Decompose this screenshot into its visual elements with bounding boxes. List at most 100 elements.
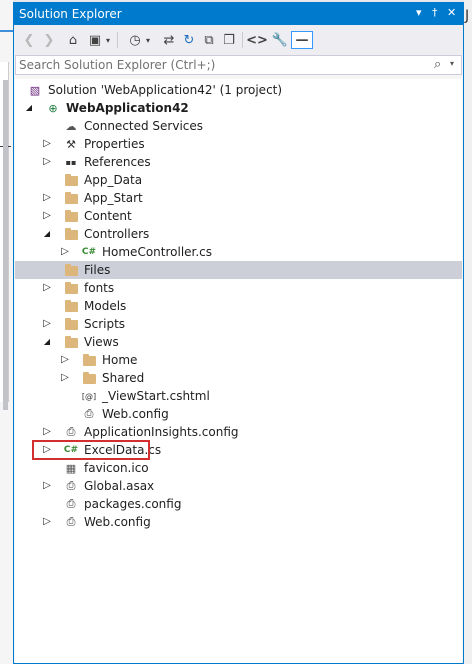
tree-item-references[interactable]: ▷ ▪▪ References xyxy=(15,153,462,171)
editor-scrollbar[interactable] xyxy=(3,80,8,410)
tree-item-app-start[interactable]: ▷ App_Start xyxy=(15,189,462,207)
history-dropdown-icon[interactable]: ▾ xyxy=(143,31,153,49)
tree-item-applicationinsights-config[interactable]: ▷ ⎙ ApplicationInsights.config xyxy=(15,423,462,441)
window-position-icon[interactable]: ▾ xyxy=(416,6,422,19)
folder-icon xyxy=(64,263,78,277)
tree-item-views[interactable]: ◢ Views xyxy=(15,333,462,351)
tree-item-controllers[interactable]: ◢ Controllers xyxy=(15,225,462,243)
tree-item-label: Global.asax xyxy=(84,479,155,493)
tree-item-exceldata-cs[interactable]: ▷ C# ExcelData.cs xyxy=(15,440,462,460)
tree-item-viewstart-cshtml[interactable]: [@] _ViewStart.cshtml xyxy=(15,387,462,405)
tree-item-web-config[interactable]: ⎙ Web.config xyxy=(15,405,462,423)
tree-item-label: Files xyxy=(84,263,111,277)
collapsed-arrow-icon[interactable]: ▷ xyxy=(42,138,52,149)
folder-icon xyxy=(64,209,78,223)
tree-item-label: HomeController.cs xyxy=(102,245,213,259)
toolbar-separator xyxy=(242,32,243,48)
refresh-icon[interactable]: ↻ xyxy=(180,31,198,49)
csharp-file-icon: C# xyxy=(81,247,97,257)
preview-icon[interactable]: — xyxy=(291,31,313,49)
tree-item-label: favicon.ico xyxy=(84,461,149,475)
expanded-arrow-icon[interactable]: ◢ xyxy=(42,337,52,346)
tree-item-label: _ViewStart.cshtml xyxy=(102,389,210,403)
folder-icon xyxy=(64,299,78,313)
collapsed-arrow-icon[interactable]: ▷ xyxy=(42,516,52,527)
tree-item-label: App_Data xyxy=(84,173,143,187)
expanded-arrow-icon[interactable]: ◢ xyxy=(42,229,52,238)
properties-icon[interactable]: 🔧 xyxy=(271,31,289,49)
search-options-dropdown-icon[interactable]: ▾ xyxy=(450,59,454,68)
tree-item-connected-services[interactable]: ☁ Connected Services xyxy=(15,117,462,135)
tree-item-label: Connected Services xyxy=(84,119,204,133)
back-icon[interactable]: ❮ xyxy=(20,31,38,49)
cshtml-file-icon: [@] xyxy=(81,391,97,401)
collapsed-arrow-icon[interactable]: ▷ xyxy=(42,318,52,329)
tree-item-label: Solution 'WebApplication42' (1 project) xyxy=(48,83,283,97)
tree-item-packages-config[interactable]: ⎙ packages.config xyxy=(15,495,462,513)
close-icon[interactable]: ✕ xyxy=(447,6,456,19)
tree-item-scripts[interactable]: ▷ Scripts xyxy=(15,315,462,333)
tree-item-webapplication42[interactable]: ◢ ⊕ WebApplication42 xyxy=(15,99,462,117)
collapsed-arrow-icon[interactable]: ▷ xyxy=(42,210,52,221)
tree-item-label: fonts xyxy=(84,281,115,295)
tree-item-models[interactable]: Models xyxy=(15,297,462,315)
tree-item-fonts[interactable]: ▷ fonts xyxy=(15,279,462,297)
tree-item-home[interactable]: ▷ Home xyxy=(15,351,462,369)
solution-explorer-panel: Solution Explorer ▾ † ✕ ❮ ❯ ⌂ ▣ ▾ ◷ ▾ ⇄ … xyxy=(13,2,464,664)
collapsed-arrow-icon[interactable]: ▷ xyxy=(42,156,52,167)
pin-icon[interactable]: † xyxy=(432,6,438,19)
tree-item-label: ApplicationInsights.config xyxy=(84,425,239,439)
config-file-icon: ⎙ xyxy=(66,479,76,492)
tree-item-content[interactable]: ▷ Content xyxy=(15,207,462,225)
collapsed-arrow-icon[interactable]: ▷ xyxy=(60,372,70,383)
tree-item-global-asax[interactable]: ▷ ⎙ Global.asax xyxy=(15,477,462,495)
switch-views-icon[interactable]: ▣ xyxy=(86,31,104,49)
collapsed-arrow-icon[interactable]: ▷ xyxy=(42,192,52,203)
collapsed-arrow-icon[interactable]: ▷ xyxy=(42,480,52,491)
panel-titlebar[interactable]: Solution Explorer ▾ † ✕ xyxy=(14,3,463,25)
config-file-icon: ⎙ xyxy=(66,515,76,528)
collapsed-arrow-icon[interactable]: ▷ xyxy=(60,246,70,257)
config-file-icon: ⎙ xyxy=(66,425,76,438)
show-all-files-icon[interactable]: ❐ xyxy=(220,31,238,49)
folder-icon xyxy=(64,227,78,241)
folder-icon xyxy=(64,281,78,295)
tree-item-files[interactable]: Files xyxy=(15,261,462,279)
solution-tree: ▧ Solution 'WebApplication42' (1 project)… xyxy=(15,79,462,663)
forward-icon[interactable]: ❯ xyxy=(40,31,58,49)
expanded-arrow-icon[interactable]: ◢ xyxy=(24,103,34,112)
tree-item-solution-webapplication42-1-project[interactable]: ▧ Solution 'WebApplication42' (1 project) xyxy=(15,81,462,99)
folder-icon xyxy=(82,353,96,367)
folder-icon xyxy=(64,317,78,331)
switch-views-dropdown-icon[interactable]: ▾ xyxy=(103,31,113,49)
tree-item-label: Properties xyxy=(84,137,145,151)
tree-item-shared[interactable]: ▷ Shared xyxy=(15,369,462,387)
tree-item-label: Views xyxy=(84,335,119,349)
folder-icon xyxy=(82,371,96,385)
tree-item-label: Content xyxy=(84,209,132,223)
tree-item-homecontroller-cs[interactable]: ▷ C# HomeController.cs xyxy=(15,243,462,261)
home-icon[interactable]: ⌂ xyxy=(64,31,82,49)
icon-file-icon: ▦ xyxy=(65,461,77,475)
right-edge: J xyxy=(464,0,472,664)
references-icon: ▪▪ xyxy=(65,157,77,167)
history-icon[interactable]: ◷ xyxy=(126,31,144,49)
collapsed-arrow-icon[interactable]: ▷ xyxy=(60,354,70,365)
connected-services-icon: ☁ xyxy=(65,119,77,133)
tree-item-label: Web.config xyxy=(84,515,151,529)
view-code-icon[interactable]: <> xyxy=(246,31,268,49)
tree-item-label: packages.config xyxy=(84,497,182,511)
collapse-all-icon[interactable]: ⧉ xyxy=(200,31,218,49)
right-edge-glyph: J xyxy=(465,8,470,24)
folder-icon xyxy=(64,191,78,205)
collapsed-arrow-icon[interactable]: ▷ xyxy=(42,426,52,437)
tree-item-web-config[interactable]: ▷ ⎙ Web.config xyxy=(15,513,462,531)
search-icon[interactable]: ⌕ xyxy=(434,57,441,72)
sync-icon[interactable]: ⇄ xyxy=(160,31,178,49)
collapsed-arrow-icon[interactable]: ▷ xyxy=(42,282,52,293)
search-bar: ⌕ ▾ xyxy=(15,55,462,75)
search-input[interactable] xyxy=(19,57,419,73)
tree-item-favicon-ico[interactable]: ▦ favicon.ico xyxy=(15,459,462,477)
tree-item-properties[interactable]: ▷ ⚒ Properties xyxy=(15,135,462,153)
tree-item-app-data[interactable]: App_Data xyxy=(15,171,462,189)
